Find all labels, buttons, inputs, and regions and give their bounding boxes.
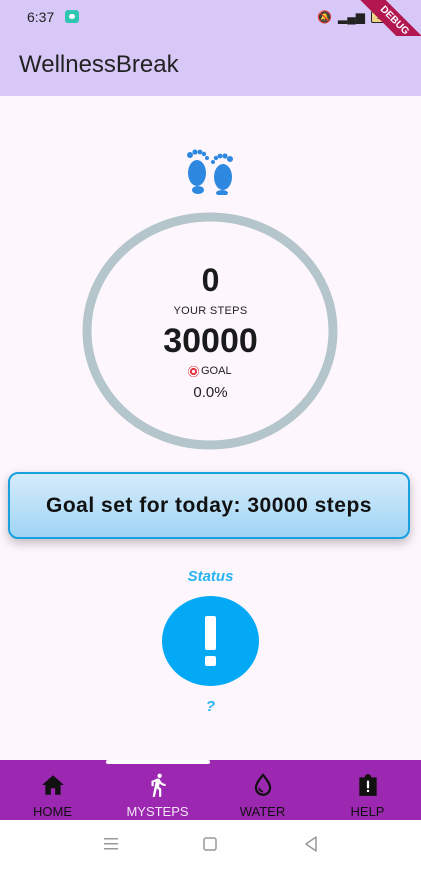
goal-banner[interactable]: Goal set for today: 30000 steps bbox=[8, 472, 410, 539]
footprints-icon bbox=[187, 149, 233, 195]
status-indicator bbox=[162, 596, 259, 686]
nav-label-mysteps: MYSTEPS bbox=[126, 804, 189, 819]
current-steps-value: 0 bbox=[201, 262, 220, 298]
goal-label: GOAL bbox=[201, 365, 232, 377]
app-bar: WellnessBreak bbox=[0, 36, 421, 96]
nav-label-help: HELP bbox=[350, 804, 385, 819]
nav-item-home[interactable]: HOME bbox=[0, 760, 105, 820]
mute-icon: 🔕 bbox=[317, 10, 333, 24]
water-drop-icon bbox=[254, 773, 272, 796]
walking-icon bbox=[151, 773, 166, 797]
back-icon[interactable] bbox=[301, 834, 321, 854]
your-steps-label: YOUR STEPS bbox=[173, 305, 248, 317]
nav-item-mysteps[interactable]: MYSTEPS bbox=[105, 760, 210, 820]
help-icon bbox=[359, 774, 377, 796]
goal-steps-value: 30000 bbox=[163, 322, 258, 360]
chat-notification-icon bbox=[65, 10, 79, 23]
status-title: Status bbox=[187, 568, 234, 585]
goal-banner-text: Goal set for today: 30000 steps bbox=[46, 493, 372, 517]
signal-icon: ▂▄▆ bbox=[338, 10, 365, 24]
home-icon bbox=[42, 775, 64, 795]
home-button-icon[interactable] bbox=[200, 834, 220, 854]
nav-label-water: WATER bbox=[239, 804, 286, 819]
nav-item-help[interactable]: HELP bbox=[315, 760, 420, 820]
nav-label-home: HOME bbox=[33, 804, 72, 819]
progress-percent: 0.0% bbox=[193, 384, 228, 401]
system-navigation-bar bbox=[0, 820, 421, 869]
nav-item-water[interactable]: WATER bbox=[210, 760, 315, 820]
app-title: WellnessBreak bbox=[19, 51, 179, 78]
target-icon bbox=[188, 365, 199, 377]
goal-label-row: GOAL bbox=[188, 365, 232, 377]
recent-apps-icon[interactable] bbox=[101, 834, 121, 854]
status-time: 6:37 bbox=[27, 9, 55, 25]
status-bar: 6:37 🔕 ▂▄▆ 10 DEBUG bbox=[0, 0, 421, 67]
status-value: ? bbox=[205, 698, 216, 715]
